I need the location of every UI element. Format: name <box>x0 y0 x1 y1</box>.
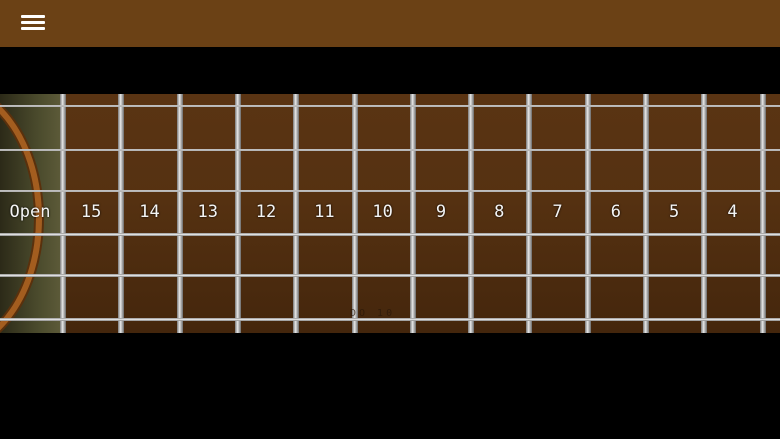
guitar-string[interactable] <box>0 105 780 107</box>
empty-area <box>0 333 780 439</box>
fret-label[interactable]: 13 <box>179 201 237 223</box>
top-app-bar <box>0 0 780 47</box>
menu-icon-bar <box>21 27 45 30</box>
fret-label[interactable]: 11 <box>295 201 353 223</box>
fret-label[interactable]: 8 <box>470 201 528 223</box>
fret-label[interactable]: 14 <box>120 201 178 223</box>
watermark-text: DO 10 <box>350 308 396 319</box>
fret-open-label[interactable]: Open <box>0 201 60 223</box>
menu-icon-bar <box>21 15 45 18</box>
fretboard[interactable]: 15 14 13 12 11 10 9 8 7 6 5 4 Open DO 10 <box>0 94 780 333</box>
guitar-string[interactable] <box>0 233 780 236</box>
fret-label[interactable]: 4 <box>703 201 761 223</box>
fret-label[interactable]: 6 <box>587 201 645 223</box>
fret-label[interactable]: 5 <box>645 201 703 223</box>
guitar-string[interactable] <box>0 149 780 151</box>
fret-label[interactable]: 15 <box>62 201 120 223</box>
fret-label[interactable]: 12 <box>237 201 295 223</box>
menu-button[interactable] <box>21 13 45 33</box>
fret-cell[interactable] <box>765 94 780 333</box>
guitar-string[interactable] <box>0 190 780 192</box>
fret-label[interactable]: 7 <box>528 201 586 223</box>
fretboard-app: 15 14 13 12 11 10 9 8 7 6 5 4 Open DO 10 <box>0 0 780 439</box>
fret-label[interactable]: 9 <box>412 201 470 223</box>
fret-label[interactable]: 10 <box>354 201 412 223</box>
guitar-string[interactable] <box>0 274 780 277</box>
menu-icon-bar <box>21 21 45 24</box>
